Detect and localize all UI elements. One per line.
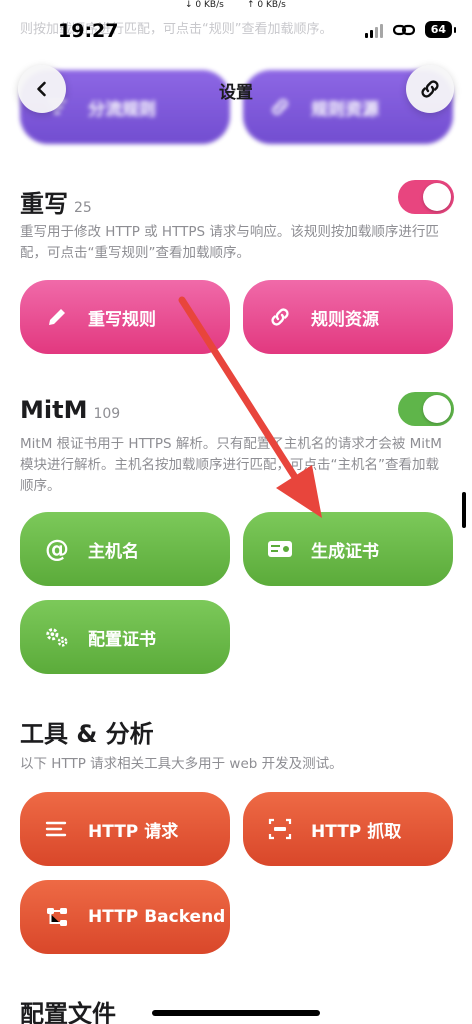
http-capture-button[interactable]: HTTP 抓取 xyxy=(243,792,453,866)
mitm-description: MitM 根证书用于 HTTPS 解析。只有配置了主机名的请求才会被 MitM … xyxy=(20,436,442,494)
rewrite-resources-label: 规则资源 xyxy=(311,309,379,330)
rewrite-count: 25 xyxy=(74,200,92,216)
config-heading: 配置文件 xyxy=(20,1000,116,1024)
tools-heading: 工具 & 分析 xyxy=(20,720,154,748)
mitm-count: 109 xyxy=(93,406,121,422)
page-title: 设置 xyxy=(219,83,253,103)
link-chain-icon xyxy=(392,24,415,35)
hostname-button[interactable]: @ 主机名 xyxy=(20,512,230,586)
http-backend-label: HTTP Backend xyxy=(88,907,226,927)
status-icons: 64 xyxy=(364,21,457,38)
battery-indicator: 64 xyxy=(424,21,457,38)
status-bar: 19:27 ↓ 0 KB/s ↑ 0 KB/s 64 xyxy=(0,0,472,60)
home-indicator[interactable] xyxy=(152,1010,320,1016)
http-capture-label: HTTP 抓取 xyxy=(311,821,402,842)
mitm-heading: MitM 109 xyxy=(20,396,120,424)
toggle-knob xyxy=(423,183,451,211)
net-download-speed: ↓ 0 KB/s xyxy=(185,0,224,10)
http-capture-icon xyxy=(267,816,293,842)
cellular-signal-icon xyxy=(364,22,383,38)
gears-icon xyxy=(44,624,70,650)
scroll-indicator[interactable] xyxy=(462,492,466,528)
net-upload-speed: ↑ 0 KB/s xyxy=(247,0,286,10)
link-icon xyxy=(267,304,293,330)
tree-nodes-icon xyxy=(44,904,70,930)
rewrite-heading: 重写 25 xyxy=(20,184,92,219)
http-request-label: HTTP 请求 xyxy=(88,821,179,842)
hostname-label: 主机名 xyxy=(88,541,139,562)
mitm-title: MitM xyxy=(20,396,88,424)
list-icon xyxy=(44,816,70,842)
share-link-button[interactable] xyxy=(406,65,454,113)
configure-cert-button[interactable]: 配置证书 xyxy=(20,600,230,674)
rewrite-resources-button[interactable]: 规则资源 xyxy=(243,280,453,354)
link-icon xyxy=(421,80,439,98)
rewrite-toggle[interactable] xyxy=(398,180,454,214)
configure-cert-label: 配置证书 xyxy=(88,629,156,650)
certificate-card-icon xyxy=(267,536,293,562)
rewrite-description: 重写用于修改 HTTP 或 HTTPS 请求与响应。该规则按加载顺序进行匹配，可… xyxy=(20,224,439,261)
rewrite-rules-label: 重写规则 xyxy=(88,309,156,330)
at-sign-icon: @ xyxy=(45,535,69,563)
http-backend-button[interactable]: HTTP Backend xyxy=(20,880,230,954)
generate-cert-button[interactable]: 生成证书 xyxy=(243,512,453,586)
tools-description: 以下 HTTP 请求相关工具大多用于 web 开发及测试。 xyxy=(20,756,343,772)
pencil-icon xyxy=(44,304,70,330)
toggle-knob xyxy=(423,395,451,423)
status-time: 19:27 xyxy=(58,20,119,42)
generate-cert-label: 生成证书 xyxy=(311,541,379,562)
rewrite-title: 重写 xyxy=(20,190,68,218)
rewrite-rules-button[interactable]: 重写规则 xyxy=(20,280,230,354)
mitm-toggle[interactable] xyxy=(398,392,454,426)
http-request-button[interactable]: HTTP 请求 xyxy=(20,792,230,866)
